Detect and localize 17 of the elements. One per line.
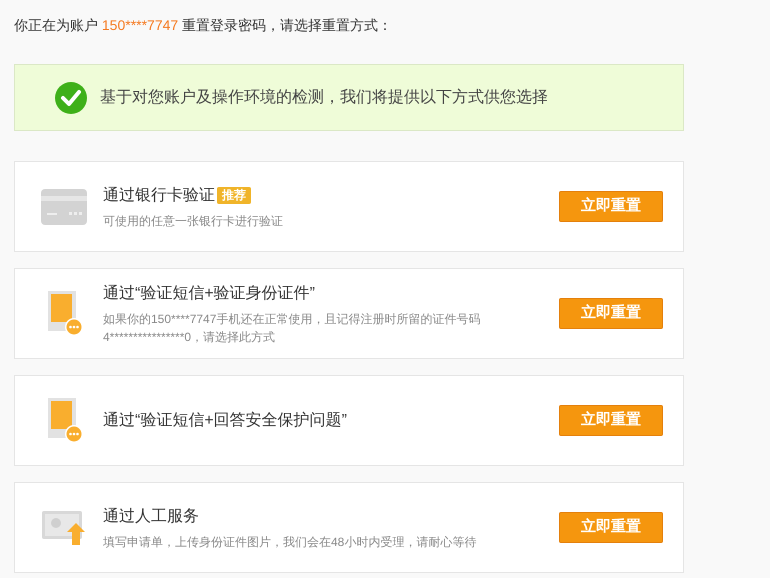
check-icon	[55, 82, 87, 114]
method-description: 可使用的任意一张银行卡进行验证	[103, 212, 284, 230]
reset-button[interactable]: 立即重置	[559, 405, 663, 436]
photo-upload-icon	[42, 510, 86, 544]
reset-button[interactable]: 立即重置	[559, 298, 663, 329]
intro-text: 你正在为账户 150****7747 重置登录密码，请选择重置方式：	[14, 16, 394, 35]
method-description: 如果你的150****7747手机还在正常使用，且记得注册时所留的证件号码4****************0，请选择此方式	[103, 310, 482, 346]
method-title: 通过“验证短信+验证身份证件”	[103, 284, 315, 304]
bank-card-icon	[41, 188, 87, 224]
reset-button[interactable]: 立即重置	[559, 191, 663, 222]
reset-button[interactable]: 立即重置	[559, 512, 663, 543]
notice-text: 基于对您账户及操作环境的检测，我们将提供以下方式供您选择	[100, 88, 548, 108]
recommended-badge: 推荐	[217, 187, 251, 204]
method-title: 通过银行卡验证	[103, 186, 215, 206]
method-title: 通过“验证短信+回答安全保护问题”	[103, 410, 347, 430]
method-title: 通过人工服务	[103, 506, 199, 526]
method-description: 填写申请单，上传身份证件图片，我们会在48小时内受理，请耐心等待	[103, 534, 478, 550]
